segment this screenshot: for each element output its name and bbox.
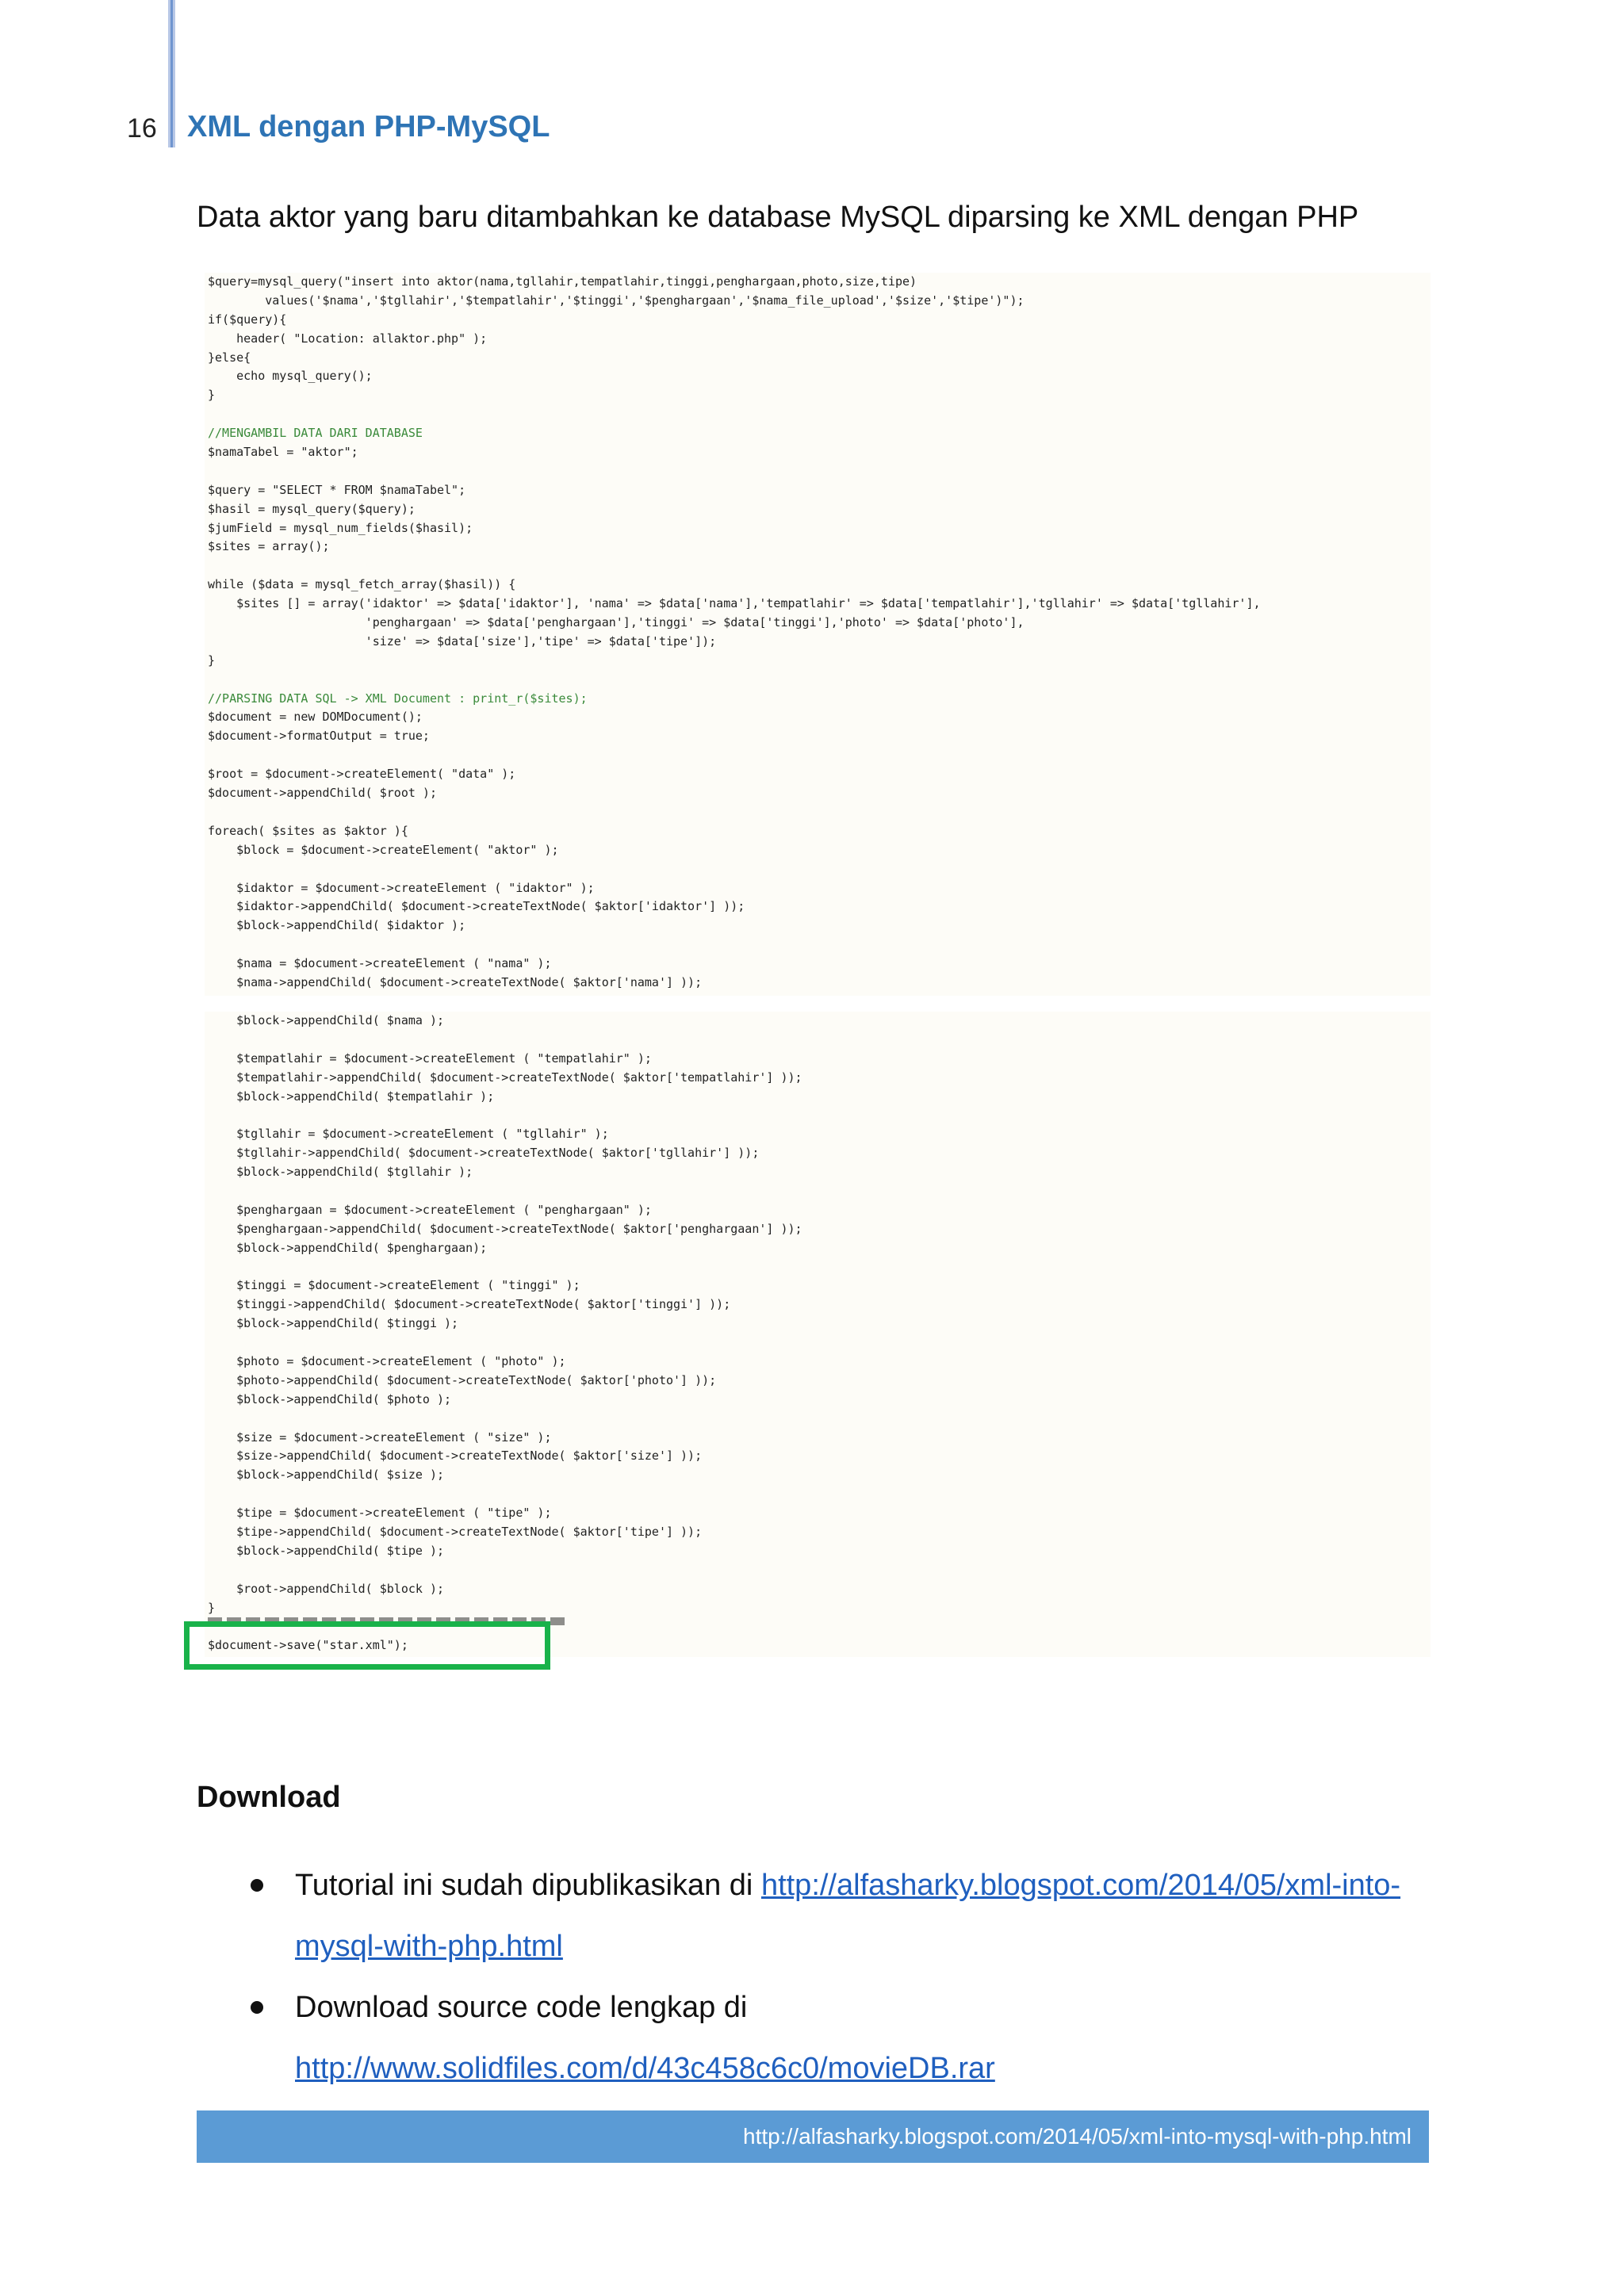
code-line: $sites [] = array('idaktor' => $data['id… bbox=[208, 596, 1261, 611]
code-line: foreach( $sites as $aktor ){ bbox=[208, 823, 408, 838]
code-line: values('$nama','$tgllahir','$tempatlahir… bbox=[208, 293, 1025, 308]
source-download-link[interactable]: http://www.solidfiles.com/d/43c458c6c0/m… bbox=[295, 2052, 995, 2085]
code-line: $tipe = $document->createElement ( "tipe… bbox=[208, 1506, 552, 1521]
list-item: Tutorial ini sudah dipublikasikan di htt… bbox=[197, 1855, 1434, 1977]
code-line: $idaktor->appendChild( $document->create… bbox=[208, 899, 745, 914]
code-line: //MENGAMBIL DATA DARI DATABASE bbox=[208, 426, 423, 441]
code-line: $query=mysql_query("insert into aktor(na… bbox=[208, 274, 917, 289]
code-line: $query = "SELECT * FROM $namaTabel"; bbox=[208, 482, 466, 497]
code-line: $jumField = mysql_num_fields($hasil); bbox=[208, 520, 473, 535]
code-line: $block->appendChild( $tgllahir ); bbox=[208, 1165, 473, 1180]
code-line: //PARSING DATA SQL -> XML Document : pri… bbox=[208, 691, 588, 706]
code-line: $block->appendChild( $idaktor ); bbox=[208, 918, 466, 933]
code-line: $block->appendChild( $tinggi ); bbox=[208, 1316, 459, 1331]
code-line: $nama->appendChild( $document->createTex… bbox=[208, 974, 703, 989]
code-line: $root = $document->createElement( "data"… bbox=[208, 767, 516, 782]
code-line: $block = $document->createElement( "akto… bbox=[208, 842, 559, 857]
footer-url: http://alfasharky.blogspot.com/2014/05/x… bbox=[743, 2124, 1411, 2149]
code-line: $block->appendChild( $tipe ); bbox=[208, 1543, 445, 1558]
code-line: $photo->appendChild( $document->createTe… bbox=[208, 1372, 717, 1387]
code-line: 'size' => $data['size'],'tipe' => $data[… bbox=[208, 633, 717, 649]
code-line: $tgllahir->appendChild( $document->creat… bbox=[208, 1146, 760, 1161]
footer-band: http://alfasharky.blogspot.com/2014/05/x… bbox=[197, 2110, 1429, 2163]
code-line: $tipe->appendChild( $document->createTex… bbox=[208, 1525, 703, 1540]
code-line: $document->formatOutput = true; bbox=[208, 729, 430, 744]
header-accent-bar bbox=[168, 0, 175, 147]
highlight-box bbox=[184, 1621, 550, 1670]
code-line: $penghargaan = $document->createElement … bbox=[208, 1202, 652, 1217]
code-line: $size = $document->createElement ( "size… bbox=[208, 1429, 552, 1445]
code-line: $tempatlahir = $document->createElement … bbox=[208, 1050, 652, 1066]
code-line: $block->appendChild( $penghargaan); bbox=[208, 1240, 488, 1255]
code-line: $document = new DOMDocument(); bbox=[208, 710, 423, 725]
code-line: $tgllahir = $document->createElement ( "… bbox=[208, 1127, 609, 1142]
bullet-icon bbox=[251, 2001, 263, 2014]
code-line: $tinggi = $document->createElement ( "ti… bbox=[208, 1278, 580, 1293]
code-line: echo mysql_query(); bbox=[208, 369, 373, 384]
code-line: $tempatlahir->appendChild( $document->cr… bbox=[208, 1070, 802, 1085]
code-line: $penghargaan->appendChild( $document->cr… bbox=[208, 1221, 802, 1236]
list-item: Download source code lengkap di http://w… bbox=[197, 1977, 1434, 2099]
code-line: $root->appendChild( $block ); bbox=[208, 1581, 445, 1596]
code-block-part2: $block->appendChild( $nama ); $tempatlah… bbox=[205, 1012, 1431, 1657]
page-number: 16 bbox=[127, 113, 157, 144]
code-line: $idaktor = $document->createElement ( "i… bbox=[208, 880, 595, 895]
download-list: Tutorial ini sudah dipublikasikan di htt… bbox=[197, 1855, 1434, 2099]
code-line: $sites = array(); bbox=[208, 539, 330, 554]
running-header-title: XML dengan PHP-MySQL bbox=[187, 110, 550, 144]
code-block-part1: $query=mysql_query("insert into aktor(na… bbox=[205, 273, 1431, 996]
download-heading: Download bbox=[197, 1781, 341, 1814]
code-line: $block->appendChild( $tempatlahir ); bbox=[208, 1089, 495, 1104]
code-line: $block->appendChild( $size ); bbox=[208, 1468, 445, 1483]
code-line: $block->appendChild( $photo ); bbox=[208, 1391, 452, 1406]
list-item-text: Tutorial ini sudah dipublikasikan di bbox=[295, 1869, 761, 1902]
code-line: $namaTabel = "aktor"; bbox=[208, 445, 358, 460]
code-line: }else{ bbox=[208, 350, 251, 365]
code-line: 'penghargaan' => $data['penghargaan'],'t… bbox=[208, 615, 1025, 630]
code-line: $tinggi->appendChild( $document->createT… bbox=[208, 1297, 731, 1312]
code-line: $hasil = mysql_query($query); bbox=[208, 501, 416, 516]
code-line: $document->appendChild( $root ); bbox=[208, 786, 437, 801]
code-line: } bbox=[208, 388, 216, 403]
code-line: $block->appendChild( $nama ); bbox=[208, 1013, 445, 1027]
list-item-text: Download source code lengkap di bbox=[295, 1991, 748, 2024]
code-line: while ($data = mysql_fetch_array($hasil)… bbox=[208, 577, 516, 592]
code-line: } bbox=[208, 652, 216, 668]
code-line: header( "Location: allaktor.php" ); bbox=[208, 331, 488, 346]
code-line: } bbox=[208, 1600, 216, 1615]
code-line: if($query){ bbox=[208, 312, 287, 327]
code-line: $nama = $document->createElement ( "nama… bbox=[208, 956, 552, 971]
bullet-icon bbox=[251, 1879, 263, 1892]
code-line: $photo = $document->createElement ( "pho… bbox=[208, 1354, 566, 1369]
code-line: $size->appendChild( $document->createTex… bbox=[208, 1448, 703, 1464]
intro-paragraph: Data aktor yang baru ditambahkan ke data… bbox=[197, 201, 1359, 234]
